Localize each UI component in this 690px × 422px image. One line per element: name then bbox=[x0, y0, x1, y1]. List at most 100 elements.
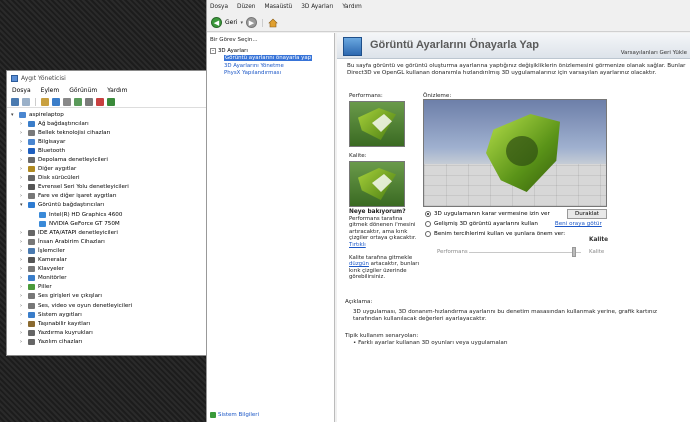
collapse-icon[interactable]: – bbox=[210, 47, 216, 54]
chevron-right-icon[interactable]: › bbox=[20, 193, 28, 199]
chevron-right-icon[interactable]: › bbox=[20, 248, 28, 254]
device-category[interactable]: ▾ Görüntü bağdaştırıcıları bbox=[11, 201, 207, 210]
chevron-right-icon[interactable]: › bbox=[20, 230, 28, 236]
device-category[interactable]: › Piller bbox=[11, 283, 207, 292]
menu-action[interactable]: Eylem bbox=[41, 87, 60, 94]
device-category[interactable]: › Yazdırma kuyrukları bbox=[11, 328, 207, 337]
menu-view[interactable]: Görünüm bbox=[69, 87, 97, 94]
scan-icon[interactable] bbox=[63, 97, 71, 106]
quality-slider[interactable]: Performans Kalite bbox=[429, 244, 609, 258]
chevron-right-icon[interactable]: › bbox=[20, 275, 28, 281]
forward-arrow-icon[interactable]: ▶ bbox=[246, 17, 257, 28]
home-icon[interactable] bbox=[268, 18, 278, 28]
device-category[interactable]: › Evrensel Seri Yolu denetleyicileri bbox=[11, 183, 207, 192]
device-category[interactable]: › Ses girişleri ve çıkışları bbox=[11, 292, 207, 301]
help-text-1: Performans tarafına gitmek dönenen i'mes… bbox=[349, 215, 417, 242]
device-label: IDE ATA/ATAPI denetleyicileri bbox=[38, 229, 118, 236]
system-info-link[interactable]: Sistem Bilgileri bbox=[210, 412, 259, 418]
chevron-right-icon[interactable]: › bbox=[20, 184, 28, 190]
device-category[interactable]: › Bluetooth bbox=[11, 146, 207, 155]
take-me-there-link[interactable]: Beni oraya götür bbox=[555, 221, 602, 227]
option-my-preference[interactable]: Benim tercihlerimi kullan ve şunlara öne… bbox=[425, 231, 565, 237]
menu-help[interactable]: Yardım bbox=[107, 87, 127, 94]
device-category[interactable]: › Ses, video ve oyun denetleyicileri bbox=[11, 301, 207, 310]
device-category[interactable]: › İşlemciler bbox=[11, 246, 207, 255]
nv-menu-desktop[interactable]: Masaüstü bbox=[264, 4, 292, 14]
device-category[interactable]: › Yazılım cihazları bbox=[11, 337, 207, 346]
chevron-right-icon[interactable]: › bbox=[20, 166, 28, 172]
chevron-right-icon[interactable]: › bbox=[20, 157, 28, 163]
help-icon[interactable] bbox=[52, 97, 60, 106]
chevron-down-icon[interactable]: ▾ bbox=[11, 112, 19, 118]
radio-button[interactable] bbox=[425, 221, 431, 227]
slider-track[interactable] bbox=[469, 252, 581, 253]
device-category[interactable]: › Bilgisayar bbox=[11, 137, 207, 146]
chevron-right-icon[interactable]: › bbox=[20, 330, 28, 336]
chevron-right-icon[interactable]: › bbox=[20, 303, 28, 309]
device-category[interactable]: › Monitörler bbox=[11, 274, 207, 283]
device-item[interactable]: NVIDIA GeForce GT 750M bbox=[11, 219, 207, 228]
device-category[interactable]: › Sistem aygıtları bbox=[11, 310, 207, 319]
device-category[interactable]: › Ağ bağdaştırıcıları bbox=[11, 119, 207, 128]
option-advanced-settings[interactable]: Gelişmiş 3D görüntü ayarlarını kullan Be… bbox=[425, 221, 602, 227]
chevron-right-icon[interactable]: › bbox=[20, 339, 28, 345]
device-icon bbox=[28, 229, 35, 236]
radio-button[interactable] bbox=[425, 231, 431, 237]
option-let-app-decide[interactable]: 3D uygulamanın karar vermesine izin ver bbox=[425, 211, 550, 217]
device-category[interactable]: › İnsan Arabirim Cihazları bbox=[11, 237, 207, 246]
back-arrow-icon[interactable]: ◀ bbox=[211, 17, 222, 28]
nv-menu-edit[interactable]: Düzen bbox=[237, 4, 255, 14]
chevron-right-icon[interactable]: › bbox=[20, 175, 28, 181]
usage-item: • Farklı ayarlar kullanan 3D oyunları ve… bbox=[353, 340, 508, 347]
chevron-right-icon[interactable]: › bbox=[20, 130, 28, 136]
uninstall-icon[interactable] bbox=[96, 97, 104, 106]
back-button-label[interactable]: Geri bbox=[225, 19, 237, 26]
device-category[interactable]: › IDE ATA/ATAPI denetleyicileri bbox=[11, 228, 207, 237]
nv-menu-file[interactable]: Dosya bbox=[210, 4, 228, 14]
chevron-right-icon[interactable]: › bbox=[20, 121, 28, 127]
smooth-link[interactable]: düzgün bbox=[349, 261, 369, 267]
device-category[interactable]: › Diğer aygıtlar bbox=[11, 165, 207, 174]
properties-icon[interactable] bbox=[41, 97, 49, 106]
chevron-right-icon[interactable]: › bbox=[20, 266, 28, 272]
restore-defaults-link[interactable]: Varsayılanları Geri Yükle bbox=[621, 50, 687, 56]
device-category[interactable]: › Taşınabilir kayıtları bbox=[11, 319, 207, 328]
chevron-right-icon[interactable]: › bbox=[20, 257, 28, 263]
chevron-right-icon[interactable]: › bbox=[20, 284, 28, 290]
back-icon[interactable] bbox=[11, 97, 19, 106]
radio-button[interactable] bbox=[425, 211, 431, 217]
chevron-down-icon[interactable]: ▾ bbox=[240, 20, 243, 26]
chevron-right-icon[interactable]: › bbox=[20, 312, 28, 318]
device-category[interactable]: › Fare ve diğer işaret aygıtları bbox=[11, 192, 207, 201]
chevron-right-icon[interactable]: › bbox=[20, 321, 28, 327]
monitor-icon[interactable] bbox=[85, 97, 93, 106]
chevron-right-icon[interactable]: › bbox=[20, 148, 28, 154]
chevron-right-icon[interactable]: › bbox=[20, 239, 28, 245]
jagged-link[interactable]: Tırtıklı bbox=[349, 242, 366, 248]
slider-thumb[interactable] bbox=[571, 247, 576, 257]
nv-menu-help[interactable]: Yardım bbox=[342, 4, 362, 14]
pause-button[interactable]: Duraklat bbox=[567, 209, 607, 219]
device-item[interactable]: Intel(R) HD Graphics 4600 bbox=[11, 210, 207, 219]
update-driver-icon[interactable] bbox=[74, 97, 82, 106]
chevron-right-icon[interactable]: › bbox=[20, 139, 28, 145]
device-label: Bluetooth bbox=[38, 147, 66, 154]
menu-file[interactable]: Dosya bbox=[12, 87, 31, 94]
tree-root[interactable]: ▾ aspirelaptop bbox=[11, 110, 207, 119]
device-category[interactable]: › Klavyeler bbox=[11, 265, 207, 274]
chevron-right-icon[interactable]: › bbox=[20, 293, 28, 299]
tree-node-3d-settings[interactable]: – 3D Ayarları bbox=[210, 47, 334, 55]
description-title: Açıklama: bbox=[345, 299, 373, 305]
device-category[interactable]: › Depolama denetleyicileri bbox=[11, 155, 207, 164]
device-category[interactable]: › Kameralar bbox=[11, 256, 207, 265]
nv-menu-3d[interactable]: 3D Ayarları bbox=[301, 4, 333, 14]
chevron-down-icon[interactable]: ▾ bbox=[20, 202, 28, 208]
slider-left-label: Performans bbox=[437, 249, 468, 255]
tree-item-preview-settings[interactable]: Görüntü ayarlarını önayarla yap bbox=[210, 55, 334, 63]
tree-item-manage-3d[interactable]: 3D Ayarlarını Yönetme bbox=[210, 62, 334, 70]
forward-icon[interactable] bbox=[22, 97, 30, 106]
tree-item-physx[interactable]: PhysX Yapılandırması bbox=[210, 70, 334, 78]
device-category[interactable]: › Bellek teknolojisi cihazları bbox=[11, 128, 207, 137]
device-category[interactable]: › Disk sürücüleri bbox=[11, 174, 207, 183]
enable-device-icon[interactable] bbox=[107, 97, 115, 106]
